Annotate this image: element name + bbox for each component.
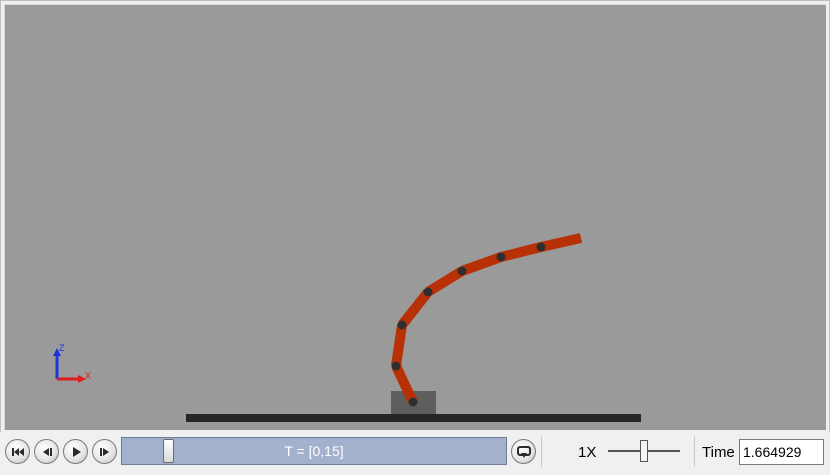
arm-link-5 [460,252,503,276]
step-back-button[interactable] [34,439,59,464]
x-axis-label: X [85,371,91,381]
rewind-icon [11,447,24,456]
toolbar-separator [541,436,542,467]
arm-link-7 [539,233,583,252]
joint [457,266,467,276]
play-icon [72,446,81,457]
scene: Z X [53,233,641,422]
joint [536,242,546,252]
arm-link-4 [425,266,465,297]
joint [397,320,407,330]
axis-triad: Z X [53,343,91,383]
joint [496,252,506,262]
joint [408,397,418,407]
play-button[interactable] [63,439,88,464]
time-label: Time [702,444,735,461]
z-axis-label: Z [59,343,65,353]
joint [391,361,401,371]
timeline-slider[interactable]: T = [0,15] [121,437,507,465]
rewind-button[interactable] [5,439,30,464]
playback-speed-label: 1X [578,444,597,461]
time-field[interactable] [739,439,824,465]
step-back-icon [42,447,52,456]
step-forward-icon [99,447,109,456]
speed-slider-thumb[interactable] [640,440,648,462]
joint [423,287,433,297]
loop-icon [516,445,531,458]
playback-speed-slider[interactable] [608,438,680,464]
arm-link-6 [499,242,543,262]
arm-link-2 [391,324,407,367]
toolbar-separator [694,436,695,467]
arm-link-3 [398,288,432,329]
robot-arm [391,233,583,405]
loop-button[interactable] [511,439,536,464]
timeline-slider-thumb[interactable] [163,439,174,463]
time-range-label: T = [0,15] [284,443,344,459]
step-forward-button[interactable] [92,439,117,464]
ground-plane [186,414,641,422]
3d-viewport[interactable]: Z X [4,4,826,430]
